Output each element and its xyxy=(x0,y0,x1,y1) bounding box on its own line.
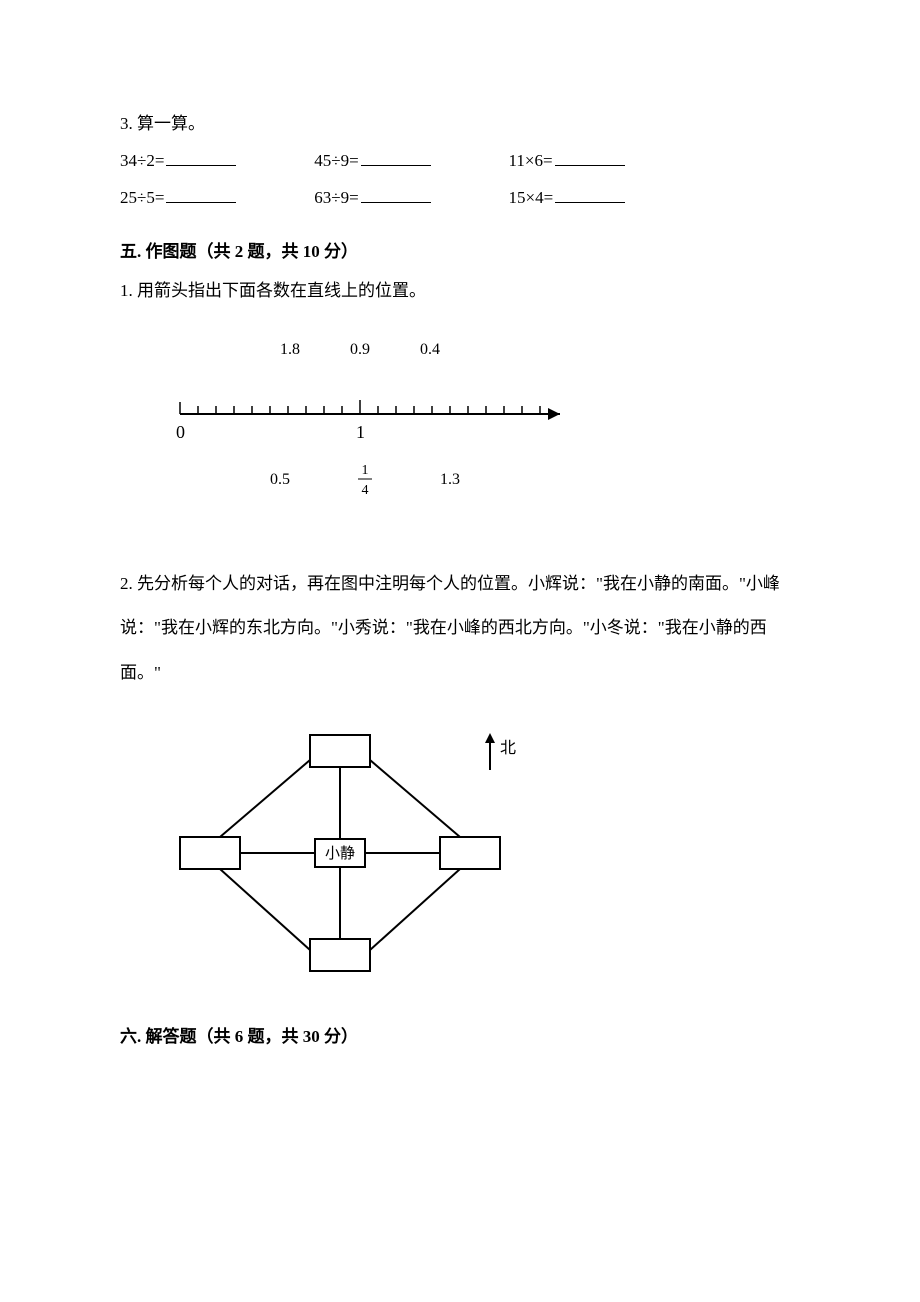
north-indicator: 北 xyxy=(485,733,516,770)
box-right[interactable] xyxy=(440,837,500,869)
number-line-svg: 1.8 0.9 0.4 xyxy=(160,334,580,524)
direction-diagram-svg: 北 小静 xyxy=(160,725,580,985)
q3-eq-2b: 63÷9= xyxy=(314,184,504,211)
box-left[interactable] xyxy=(180,837,240,869)
section-6-heading: 六. 解答题（共 6 题，共 30 分） xyxy=(120,1023,800,1050)
q3-eq-2c: 15×4= xyxy=(509,184,699,211)
bottom-label-3: 1.3 xyxy=(440,471,460,488)
q3-eq-1b: 45÷9= xyxy=(314,147,504,174)
answer-blank[interactable] xyxy=(555,148,625,166)
question-3: 3. 算一算。 34÷2= 45÷9= 11×6= 25÷5= 63÷9= 15… xyxy=(120,110,800,212)
top-label-2: 0.9 xyxy=(350,341,370,358)
answer-blank[interactable] xyxy=(555,185,625,203)
answer-blank[interactable] xyxy=(166,148,236,166)
q3-eq-1c: 11×6= xyxy=(509,147,699,174)
north-label: 北 xyxy=(500,739,516,757)
box-top[interactable] xyxy=(310,735,370,767)
answer-blank[interactable] xyxy=(361,148,431,166)
s5q2-text: 2. 先分析每个人的对话，再在图中注明每个人的位置。小辉说："我在小静的南面。"… xyxy=(120,562,800,695)
q3-eq-2a: 25÷5= xyxy=(120,184,310,211)
fraction-num: 1 xyxy=(362,463,369,478)
eq-text: 25÷5= xyxy=(120,188,164,207)
q3-eq-1a: 34÷2= xyxy=(120,147,310,174)
top-label-3: 0.4 xyxy=(420,341,440,358)
section5-q1: 1. 用箭头指出下面各数在直线上的位置。 1.8 0.9 0.4 xyxy=(120,277,800,532)
section-5-heading: 五. 作图题（共 2 题，共 10 分） xyxy=(120,238,800,265)
center-label: 小静 xyxy=(325,845,355,862)
box-bottom[interactable] xyxy=(310,939,370,971)
eq-text: 63÷9= xyxy=(314,188,358,207)
answer-blank[interactable] xyxy=(361,185,431,203)
q3-row-1: 34÷2= 45÷9= 11×6= xyxy=(120,147,800,174)
number-line-figure: 1.8 0.9 0.4 xyxy=(160,334,800,532)
axis-label-0: 0 xyxy=(176,422,185,442)
eq-text: 15×4= xyxy=(509,188,554,207)
s5q1-prompt: 1. 用箭头指出下面各数在直线上的位置。 xyxy=(120,277,800,304)
eq-text: 11×6= xyxy=(509,151,553,170)
fraction-den: 4 xyxy=(362,483,369,498)
q3-row-2: 25÷5= 63÷9= 15×4= xyxy=(120,184,800,211)
bottom-label-1: 0.5 xyxy=(270,471,290,488)
section5-q2: 2. 先分析每个人的对话，再在图中注明每个人的位置。小辉说："我在小静的南面。"… xyxy=(120,562,800,993)
number-line-axis xyxy=(180,400,560,420)
axis-label-1: 1 xyxy=(356,422,365,442)
top-label-1: 1.8 xyxy=(280,341,300,358)
bottom-label-2-fraction: 1 4 xyxy=(358,463,372,498)
eq-text: 45÷9= xyxy=(314,151,358,170)
direction-diagram-figure: 北 小静 xyxy=(160,725,800,993)
eq-text: 34÷2= xyxy=(120,151,164,170)
answer-blank[interactable] xyxy=(166,185,236,203)
q3-prompt: 3. 算一算。 xyxy=(120,110,800,137)
